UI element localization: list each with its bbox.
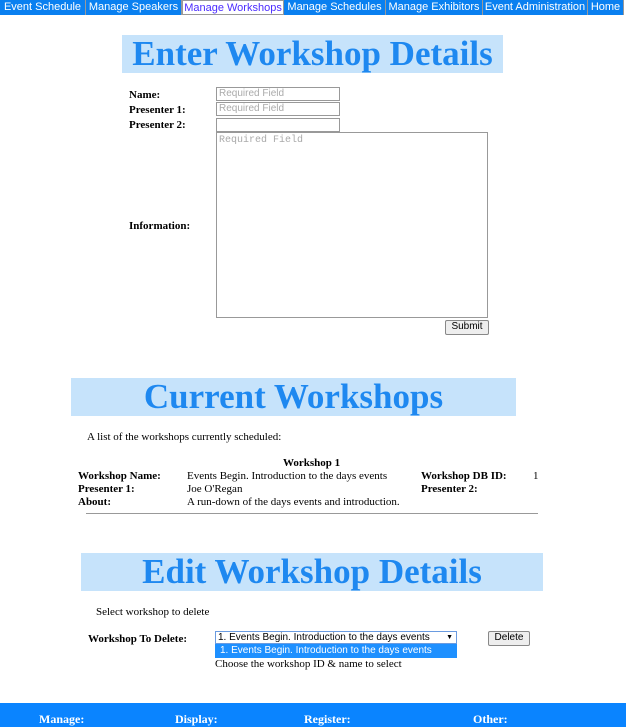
info-label: Information: bbox=[129, 220, 191, 232]
selected-value: 1. Events Begin. Introduction to the day… bbox=[218, 632, 430, 643]
current-intro: A list of the workshops currently schedu… bbox=[87, 431, 282, 443]
presenter2-input[interactable] bbox=[216, 118, 340, 132]
delete-button[interactable]: Delete bbox=[488, 631, 530, 646]
workshop-id-label: Workshop DB ID: bbox=[421, 470, 507, 482]
nav-manage-speakers[interactable]: Manage Speakers bbox=[86, 0, 182, 15]
select-hint: Choose the workshop ID & name to select bbox=[215, 658, 402, 670]
footer-manage: Manage: bbox=[39, 712, 85, 726]
footer-other: Other: bbox=[473, 712, 508, 726]
about-value: A run-down of the days events and introd… bbox=[187, 496, 400, 508]
footer-register: Register: bbox=[304, 712, 351, 726]
presenter1-input[interactable]: Required Field bbox=[216, 102, 340, 116]
presenter1-label: Presenter 1: bbox=[129, 104, 186, 116]
name-input[interactable]: Required Field bbox=[216, 87, 340, 101]
nav-event-administration[interactable]: Event Administration bbox=[483, 0, 588, 15]
current-heading: Current Workshops bbox=[71, 378, 516, 416]
workshop-id-value: 1 bbox=[533, 470, 539, 482]
workshop-name-label: Workshop Name: bbox=[78, 470, 161, 482]
presenter2-label: Presenter 2: bbox=[129, 119, 186, 131]
delete-label: Workshop To Delete: bbox=[88, 633, 188, 645]
name-label: Name: bbox=[129, 89, 161, 101]
about-label: About: bbox=[78, 496, 112, 508]
divider bbox=[86, 513, 538, 514]
edit-intro: Select workshop to delete bbox=[96, 606, 210, 618]
enter-heading: Enter Workshop Details bbox=[122, 35, 503, 73]
dropdown-option[interactable]: 1. Events Begin. Introduction to the day… bbox=[215, 644, 457, 658]
presenter2-label: Presenter 2: bbox=[421, 483, 478, 495]
nav-home[interactable]: Home bbox=[588, 0, 624, 15]
footer-display: Display: bbox=[175, 712, 218, 726]
presenter1-label: Presenter 1: bbox=[78, 483, 135, 495]
nav-manage-exhibitors[interactable]: Manage Exhibitors bbox=[386, 0, 483, 15]
workshop-title: Workshop 1 bbox=[283, 457, 341, 469]
nav-manage-schedules[interactable]: Manage Schedules bbox=[284, 0, 386, 15]
workshop-select[interactable]: 1. Events Begin. Introduction to the day… bbox=[215, 631, 457, 644]
information-textarea[interactable]: Required Field bbox=[216, 132, 488, 318]
workshop-name-value: Events Begin. Introduction to the days e… bbox=[187, 470, 388, 482]
nav-event-schedule[interactable]: Event Schedule bbox=[0, 0, 86, 15]
dropdown-arrow-icon: ▼ bbox=[446, 634, 453, 641]
presenter1-value: Joe O'Regan bbox=[187, 483, 243, 495]
submit-button[interactable]: Submit bbox=[445, 320, 489, 335]
nav-manage-workshops[interactable]: Manage Workshops bbox=[182, 0, 284, 15]
edit-heading: Edit Workshop Details bbox=[81, 553, 543, 591]
footer: Manage: Display: Register: Other: bbox=[0, 703, 626, 727]
